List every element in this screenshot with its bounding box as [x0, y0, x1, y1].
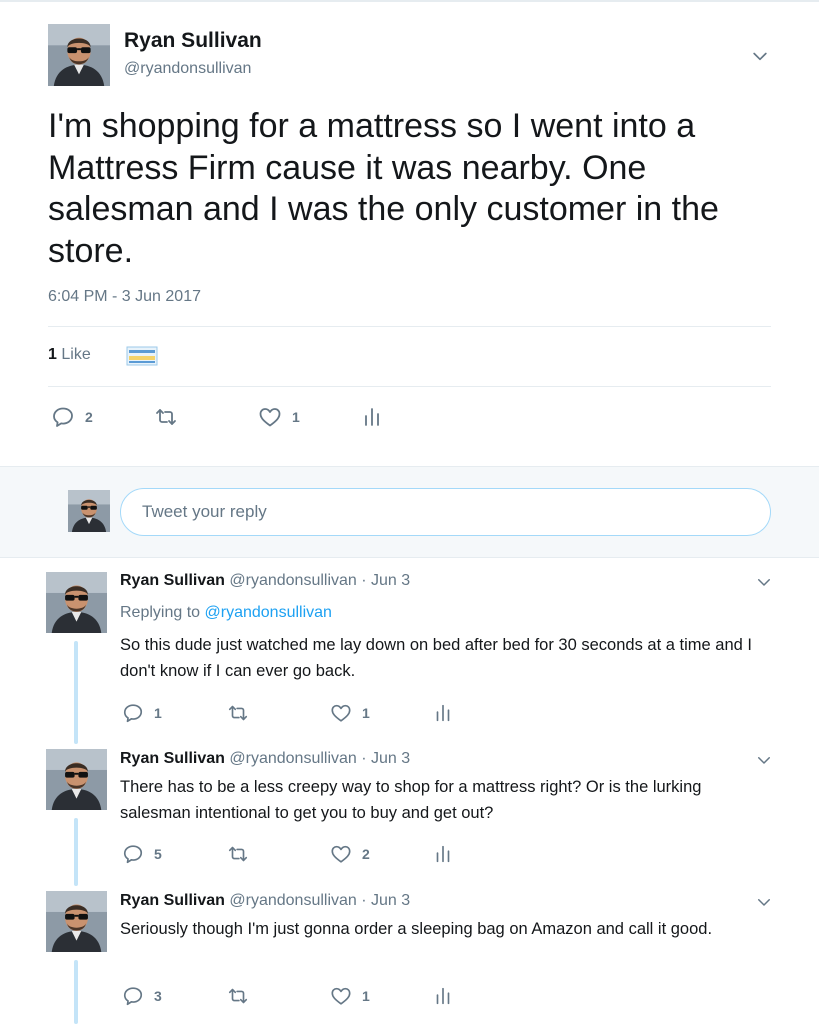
heart-icon — [330, 702, 352, 724]
avatar[interactable] — [48, 24, 110, 86]
reply-count: 5 — [154, 846, 162, 862]
thread-line — [74, 818, 78, 886]
retweet-button[interactable] — [227, 702, 249, 724]
reply-header: Ryan Sullivan @ryandonsullivan · Jun 3 — [120, 892, 410, 910]
mention-link[interactable]: @ryandonsullivan — [205, 604, 332, 621]
reply-button[interactable]: 1 — [122, 702, 162, 724]
bar-chart-icon — [432, 985, 454, 1007]
author-name[interactable]: Ryan Sullivan — [124, 29, 262, 53]
author-name[interactable]: Ryan Sullivan — [120, 892, 225, 909]
like-count: 2 — [362, 846, 370, 862]
reply-count: 2 — [85, 409, 93, 425]
reply-header: Ryan Sullivan @ryandonsullivan · Jun 3 — [120, 750, 410, 768]
retweet-icon — [227, 702, 249, 724]
reply-text: Seriously though I'm just gonna order a … — [120, 920, 713, 938]
reply-button[interactable]: 2 — [51, 405, 93, 429]
liker-avatar[interactable] — [126, 346, 158, 366]
reply-date[interactable]: · Jun 3 — [361, 750, 410, 767]
speech-bubble-icon — [122, 985, 144, 1007]
like-count: 1 — [362, 705, 370, 721]
chevron-down-icon[interactable] — [750, 46, 770, 66]
chevron-down-icon[interactable] — [755, 893, 773, 911]
bar-chart-icon — [360, 405, 384, 429]
thread-line — [74, 960, 78, 1024]
author-handle[interactable]: @ryandonsullivan — [229, 892, 356, 909]
like-count: 1 — [362, 988, 370, 1004]
avatar[interactable] — [68, 490, 110, 532]
analytics-button[interactable] — [432, 702, 454, 724]
likes-count: 1 — [48, 346, 57, 363]
heart-icon — [258, 405, 282, 429]
retweet-button[interactable] — [227, 843, 249, 865]
bar-chart-icon — [432, 702, 454, 724]
retweet-icon — [227, 985, 249, 1007]
replying-label: Replying to — [120, 604, 201, 621]
reply-count: 3 — [154, 988, 162, 1004]
avatar[interactable] — [46, 891, 107, 952]
analytics-button[interactable] — [432, 985, 454, 1007]
tweet-timestamp[interactable]: 6:04 PM - 3 Jun 2017 — [48, 288, 201, 306]
likes-label: Like — [61, 346, 91, 363]
author-name[interactable]: Ryan Sullivan — [120, 572, 225, 589]
retweet-icon — [154, 405, 178, 429]
chevron-down-icon[interactable] — [755, 573, 773, 591]
like-button[interactable]: 2 — [330, 843, 370, 865]
like-button[interactable]: 1 — [330, 985, 370, 1007]
reply-text: So this dude just watched me lay down on… — [120, 636, 752, 680]
avatar[interactable] — [46, 572, 107, 633]
retweet-button[interactable] — [227, 985, 249, 1007]
reply-text: There has to be a less creepy way to sho… — [120, 778, 702, 822]
reply-header: Ryan Sullivan @ryandonsullivan · Jun 3 — [120, 572, 410, 590]
thread-line — [74, 641, 78, 744]
analytics-button[interactable] — [360, 405, 384, 429]
top-divider — [0, 0, 819, 2]
divider — [48, 326, 771, 327]
avatar[interactable] — [46, 749, 107, 810]
reply-button[interactable]: 3 — [122, 985, 162, 1007]
reply-date[interactable]: · Jun 3 — [361, 572, 410, 589]
reply-date[interactable]: · Jun 3 — [361, 892, 410, 909]
heart-icon — [330, 985, 352, 1007]
author-handle[interactable]: @ryandonsullivan — [229, 750, 356, 767]
replying-to: Replying to @ryandonsullivan — [120, 604, 332, 622]
retweet-icon — [227, 843, 249, 865]
heart-icon — [330, 843, 352, 865]
author-handle[interactable]: @ryandonsullivan — [229, 572, 356, 589]
like-button[interactable]: 1 — [258, 405, 300, 429]
speech-bubble-icon — [122, 843, 144, 865]
chevron-down-icon[interactable] — [755, 751, 773, 769]
analytics-button[interactable] — [432, 843, 454, 865]
author-name[interactable]: Ryan Sullivan — [120, 750, 225, 767]
retweet-button[interactable] — [154, 405, 178, 429]
tweet-text: I'm shopping for a mattress so I went in… — [48, 107, 719, 270]
speech-bubble-icon — [51, 405, 75, 429]
like-button[interactable]: 1 — [330, 702, 370, 724]
author-handle[interactable]: @ryandonsullivan — [124, 60, 251, 78]
likes-summary[interactable]: 1 Like — [48, 346, 91, 364]
reply-count: 1 — [154, 705, 162, 721]
reply-button[interactable]: 5 — [122, 843, 162, 865]
like-count: 1 — [292, 409, 300, 425]
bar-chart-icon — [432, 843, 454, 865]
divider — [48, 386, 771, 387]
reply-input[interactable] — [120, 488, 771, 536]
speech-bubble-icon — [122, 702, 144, 724]
